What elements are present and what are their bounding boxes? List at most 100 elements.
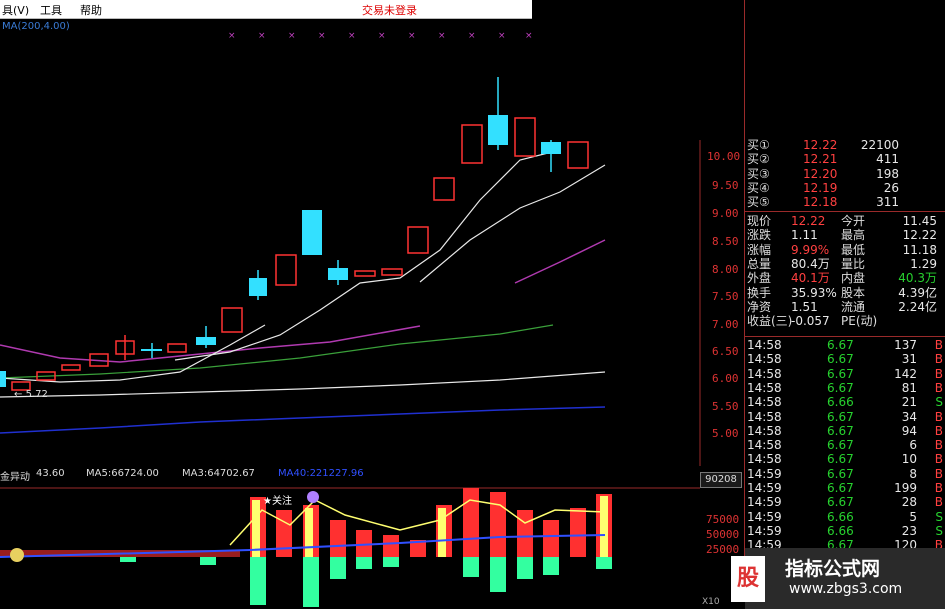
volume-bars [0,488,612,607]
tick-time: 14:58 [747,395,782,410]
quote-row: 换手 35.93% 股本 4.39亿 [745,286,945,300]
ma-green-line [0,324,554,379]
tick-row: 14:58 6.67 34 B [745,410,945,424]
quote-label: 现价 [747,214,772,228]
tick-price: 6.67 [827,438,854,453]
tick-side: B [934,495,943,510]
indicator-value: 43.60 [36,468,65,479]
quote-value: 9.99% [791,242,830,257]
marker: × [288,31,296,41]
tick-side: B [934,338,943,352]
watermark-title: 指标公式网 [785,558,881,580]
quote-value: 40.3万 [898,271,937,286]
candle [167,343,187,353]
tick-volume: 142 [894,366,917,381]
volume-bar [570,508,586,557]
tick-row: 14:58 6.67 142 B [745,367,945,381]
tick-time: 14:59 [747,466,782,481]
candle [541,142,561,154]
badge-icon [307,491,319,503]
price-tick: 9.50 [712,179,739,192]
tick-row: 14:58 6.66 21 S [745,395,945,409]
quote-value: 4.39亿 [898,285,937,300]
volume-bar-inner [305,508,313,557]
indicator-line-blue [0,534,606,558]
volume-bar-neg [200,557,216,565]
tick-time: 14:58 [747,409,782,424]
marker: × [348,31,356,41]
tick-row: 14:59 6.67 199 B [745,481,945,495]
marker: × [258,31,266,41]
price-tick: 5.00 [712,427,739,440]
quote-label: 内盘 [841,271,866,286]
quote-label: 换手 [747,285,772,300]
volume-bar [543,520,559,557]
quote-label: 净资 [747,299,772,314]
price-tick: 7.00 [712,318,739,331]
tick-time: 14:58 [747,438,782,453]
volume-bar [490,492,506,557]
quote-value: 1.51 [791,299,818,314]
marker: × [498,31,506,41]
candle [249,278,267,296]
tick-time: 14:58 [747,452,782,467]
volume-bar-inner [600,496,608,557]
watermark-url[interactable]: www.zbgs3.com [789,581,902,597]
tick-time: 14:59 [747,509,782,524]
tick-row: 14:58 6.67 10 B [745,452,945,466]
indicator-ma3: MA3:64702.67 [182,468,255,479]
quote-value: 12.22 [791,214,826,228]
ma-magenta-line-right [514,239,606,284]
bid-price: 12.19 [803,180,838,195]
candles [0,77,589,391]
order-book-row: 买⑤ 12.18 311 [745,195,945,209]
tick-volume: 8 [909,466,917,481]
volume-bar-inner [252,500,260,557]
quote-panel: 买① 12.22 22100 买② 12.21 411 买③ 12.20 198 买④ 12.19 2… [745,138,945,558]
tick-price: 6.67 [827,452,854,467]
quote-label: PE(动) [841,314,878,329]
bid-price: 12.18 [803,195,838,210]
quote-value: 40.1万 [791,271,830,286]
volume-bar-neg [543,557,559,575]
quote-label: 今开 [841,214,866,228]
tick-price: 6.67 [827,423,854,438]
quote-label: 涨跌 [747,228,772,243]
tick-price: 6.66 [827,509,854,524]
tick-row: 14:58 6.67 94 B [745,424,945,438]
volume-bar [276,510,292,557]
candle [196,337,216,345]
tick-time: 14:58 [747,338,782,352]
tick-volume: 94 [901,423,917,438]
tick-price: 6.66 [827,523,854,538]
tick-volume: 10 [901,452,917,467]
candle [567,141,589,169]
quote-value: 2.24亿 [898,299,937,314]
tick-volume: 137 [894,338,917,352]
tick-row: 14:58 6.67 137 B [745,338,945,352]
volume-bar-neg [250,557,266,605]
volume-bar-neg [330,557,346,579]
tick-volume: 28 [901,495,917,510]
tick-side: B [934,380,943,395]
tick-side: B [934,452,943,467]
quote-value: 11.45 [902,214,937,228]
volume-tick: 25000 [706,543,740,556]
quote-value: 12.22 [902,228,937,243]
tick-price: 6.67 [827,409,854,424]
tick-volume: 81 [901,380,917,395]
quote-label: 涨幅 [747,242,772,257]
bid-label: 买⑤ [747,195,770,210]
tick-side: B [934,366,943,381]
quote-label: 收益(三) [747,314,793,329]
candle [354,270,376,277]
candle [381,268,403,276]
tick-price: 6.67 [827,481,854,495]
volume-bar-inner [438,508,446,557]
ma-white-mid-line [174,149,561,361]
tick-price: 6.67 [827,338,854,352]
x10-label: X10 [702,597,720,607]
bid-label: 买② [747,152,770,167]
quote-row: 收益(三) -0.057 PE(动) [745,314,945,328]
tick-price: 6.66 [827,395,854,410]
